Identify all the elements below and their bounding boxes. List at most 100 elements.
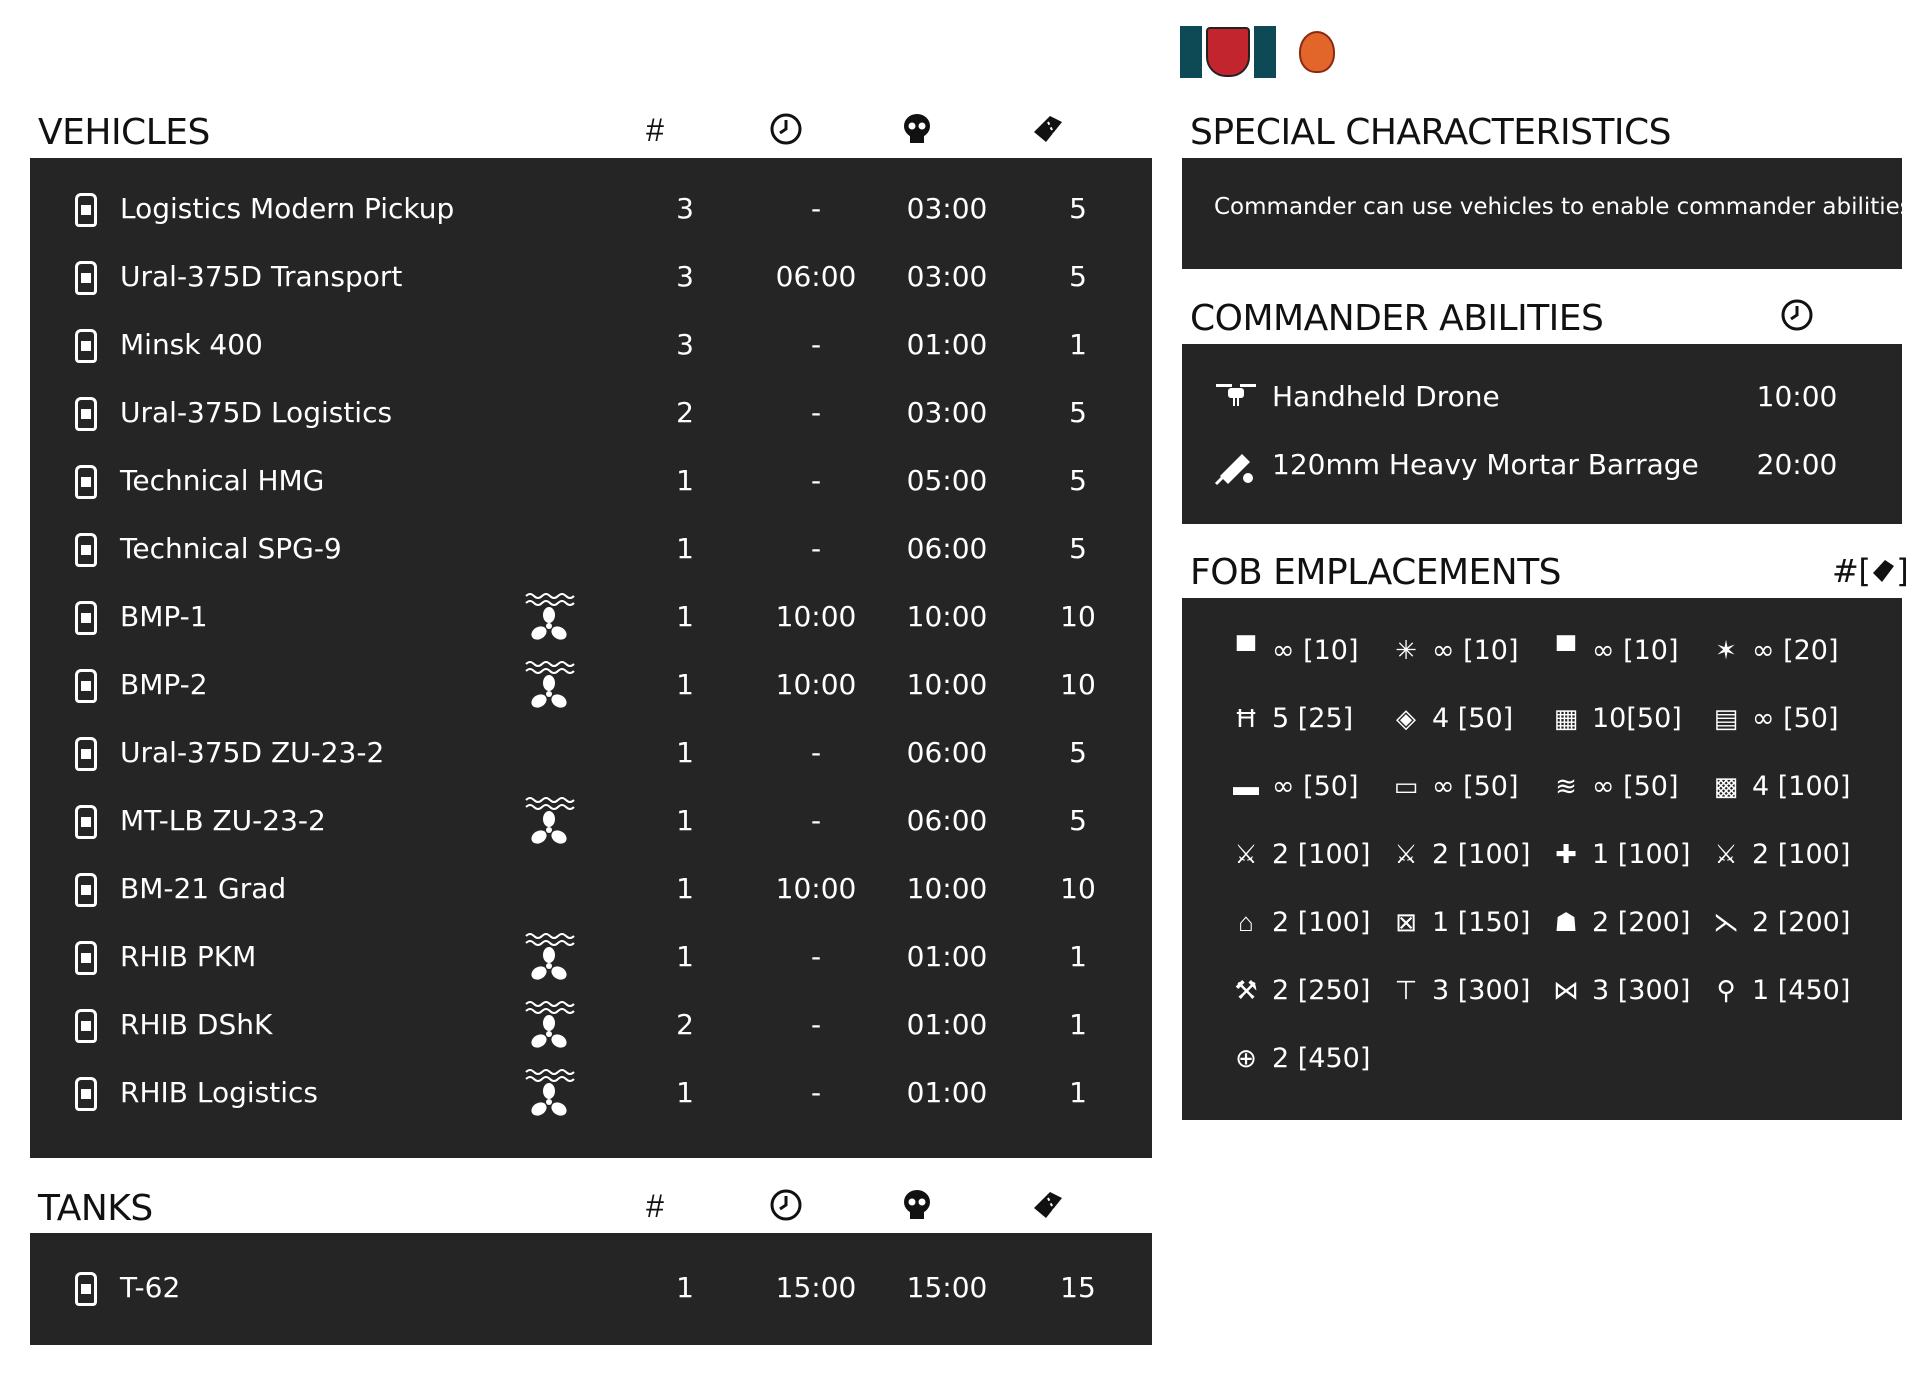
fob-item[interactable]: ⚔ 2 [100] [1388, 824, 1548, 884]
vehicle-icon-slot [66, 394, 106, 434]
vehicle-row[interactable]: Logistics Modern Pickup 3 - 03:00 5 [30, 176, 1152, 244]
commander-title: COMMANDER ABILITIES [1190, 298, 1604, 339]
ammo-cache-icon: ⊠ [1395, 906, 1417, 937]
vehicle-icon-slot [66, 870, 106, 910]
vehicle-count: 1 [676, 464, 694, 497]
vehicle-respawn: 01:00 [906, 1008, 988, 1041]
count-header: # [646, 1188, 664, 1224]
fob-item-value: 1 [150] [1432, 906, 1531, 938]
fob-item-value: 10[50] [1592, 702, 1682, 734]
spg-icon: ⊤ [1394, 974, 1418, 1005]
vehicle-tickets: 1 [1069, 1008, 1087, 1041]
vehicle-count: 1 [676, 668, 694, 701]
fob-item[interactable]: ⊕ 2 [450] [1228, 1028, 1388, 1088]
vehicle-row[interactable]: Technical SPG-9 1 - 06:00 5 [30, 516, 1152, 584]
vehicle-name: Ural-375D ZU-23-2 [120, 736, 385, 769]
vehicle-respawn: 01:00 [906, 940, 988, 973]
vehicle-respawn: 10:00 [906, 668, 988, 701]
amphibious-icon [522, 998, 576, 1052]
vehicle-icon-slot [66, 190, 106, 230]
hmg-emplacement-icon: ⚔ [1234, 838, 1258, 869]
fob-item[interactable]: ◈ 4 [50] [1388, 688, 1548, 748]
fob-item[interactable]: ⋋ 2 [200] [1708, 892, 1868, 952]
vehicle-row[interactable]: Technical HMG 1 - 05:00 5 [30, 448, 1152, 516]
vehicle-icon-slot [66, 802, 106, 842]
vehicle-row[interactable]: RHIB Logistics 1 - 01:00 1 [30, 1060, 1152, 1128]
fob-item-value: 2 [450] [1272, 1042, 1371, 1074]
vehicle-row[interactable]: Minsk 400 3 - 01:00 1 [30, 312, 1152, 380]
camo-net-icon: ▦ [1553, 702, 1579, 733]
vehicle-role-icon [75, 1009, 97, 1043]
fob-item-value: ∞ [10] [1432, 634, 1519, 666]
aa-gun-icon: ⚒ [1234, 974, 1258, 1005]
fob-item[interactable]: ✶ ∞ [20] [1708, 620, 1868, 680]
fob-item-value: ∞ [50] [1592, 770, 1679, 802]
fob-item[interactable]: ▀ ∞ [10] [1548, 620, 1708, 680]
special-panel: Commander can use vehicles to enable com… [1182, 158, 1912, 269]
fob-item[interactable]: ▩ 4 [100] [1708, 756, 1868, 816]
vehicle-delay: 06:00 [775, 260, 857, 293]
skull-icon [862, 1188, 972, 1230]
ammo-crate-icon: ◈ [1396, 702, 1416, 733]
vehicle-delay: - [810, 396, 822, 429]
ability-row[interactable]: 120mm Heavy Mortar Barrage 20:00 [1182, 432, 1902, 500]
fob-item-value: 1 [450] [1752, 974, 1851, 1006]
fob-item[interactable]: ⌂ 2 [100] [1228, 892, 1388, 952]
searchlight-icon: ⚲ [1716, 974, 1736, 1005]
fob-item[interactable]: ⚲ 1 [450] [1708, 960, 1868, 1020]
vehicle-tickets: 5 [1069, 532, 1087, 565]
fob-item[interactable]: ⊤ 3 [300] [1388, 960, 1548, 1020]
vehicle-delay: - [810, 328, 822, 361]
vehicle-name: Ural-375D Logistics [120, 396, 393, 429]
vehicles-panel: Logistics Modern Pickup 3-03:00 5 Ural-375D… [30, 158, 1152, 1158]
fob-item[interactable]: ✳ ∞ [10] [1388, 620, 1548, 680]
fob-item[interactable]: ⚔ 2 [100] [1708, 824, 1868, 884]
vehicle-row[interactable]: BMP-1 1 10:00 10:00 10 [30, 584, 1152, 652]
fob-item[interactable]: Ħ 5 [25] [1228, 688, 1388, 748]
fob-item[interactable]: ≋ ∞ [50] [1548, 756, 1708, 816]
vehicle-role-icon [75, 805, 97, 839]
vehicle-count: 1 [676, 532, 694, 565]
fob-item[interactable]: ▤ ∞ [50] [1708, 688, 1868, 748]
fob-count-suffix: ] [1896, 552, 1909, 590]
vehicle-count: 1 [676, 872, 694, 905]
fob-item[interactable]: ▬ ∞ [50] [1228, 756, 1388, 816]
vehicle-row[interactable]: BMP-2 1 10:00 10:00 10 [30, 652, 1152, 720]
vehicle-row[interactable]: Ural-375D ZU-23-2 1 - 06:00 5 [30, 720, 1152, 788]
amphibious-icon [522, 658, 576, 712]
ability-row[interactable]: Handheld Drone 10:00 [1182, 364, 1902, 432]
vehicle-icon-slot [66, 530, 106, 570]
vehicle-name: MT-LB ZU-23-2 [120, 804, 326, 837]
fob-item[interactable]: ⚔ 2 [100] [1228, 824, 1388, 884]
vehicle-row[interactable]: RHIB DShK 2 - 01:00 1 [30, 992, 1152, 1060]
fob-item[interactable]: ⚒ 2 [250] [1228, 960, 1388, 1020]
vehicle-icon-slot [66, 734, 106, 774]
vehicle-role-icon [75, 601, 97, 635]
vehicle-delay: 10:00 [775, 600, 857, 633]
amphibious-icon [522, 794, 576, 848]
fob-item[interactable]: ⊠ 1 [150] [1388, 892, 1548, 952]
tank-row[interactable]: T-62 1 15:00 15:00 15 [30, 1255, 1152, 1323]
fob-item-value: 2 [250] [1272, 974, 1371, 1006]
fob-item[interactable]: ▦ 10[50] [1548, 688, 1708, 748]
vehicle-delay: - [810, 192, 822, 225]
fob-item[interactable]: ▀ ∞ [10] [1228, 620, 1388, 680]
vehicle-row[interactable]: BM-21 Grad 1 10:00 10:00 10 [30, 856, 1152, 924]
fob-item[interactable]: ⋈ 3 [300] [1548, 960, 1708, 1020]
fob-item[interactable]: ☗ 2 [200] [1548, 892, 1708, 952]
vehicle-row[interactable]: Ural-375D Transport 3 06:00 03:00 5 [30, 244, 1152, 312]
vehicle-count: 3 [676, 260, 694, 293]
vehicle-role-icon [75, 1272, 97, 1306]
fob-count-header: #[ ] [1832, 552, 1909, 590]
fob-title: FOB EMPLACEMENTS [1190, 552, 1562, 593]
vehicle-role-icon [75, 737, 97, 771]
fob-item-value: 2 [200] [1592, 906, 1691, 938]
fob-item[interactable]: ✚ 1 [100] [1548, 824, 1708, 884]
tank-respawn: 15:00 [906, 1271, 988, 1304]
vehicle-row[interactable]: MT-LB ZU-23-2 1 - 06:00 5 [30, 788, 1152, 856]
vehicle-delay: - [810, 940, 822, 973]
vehicle-row[interactable]: Ural-375D Logistics 2 - 03:00 5 [30, 380, 1152, 448]
vehicle-row[interactable]: RHIB PKM 1 - 01:00 1 [30, 924, 1152, 992]
vehicle-delay: 10:00 [775, 668, 857, 701]
fob-item[interactable]: ▭ ∞ [50] [1388, 756, 1548, 816]
